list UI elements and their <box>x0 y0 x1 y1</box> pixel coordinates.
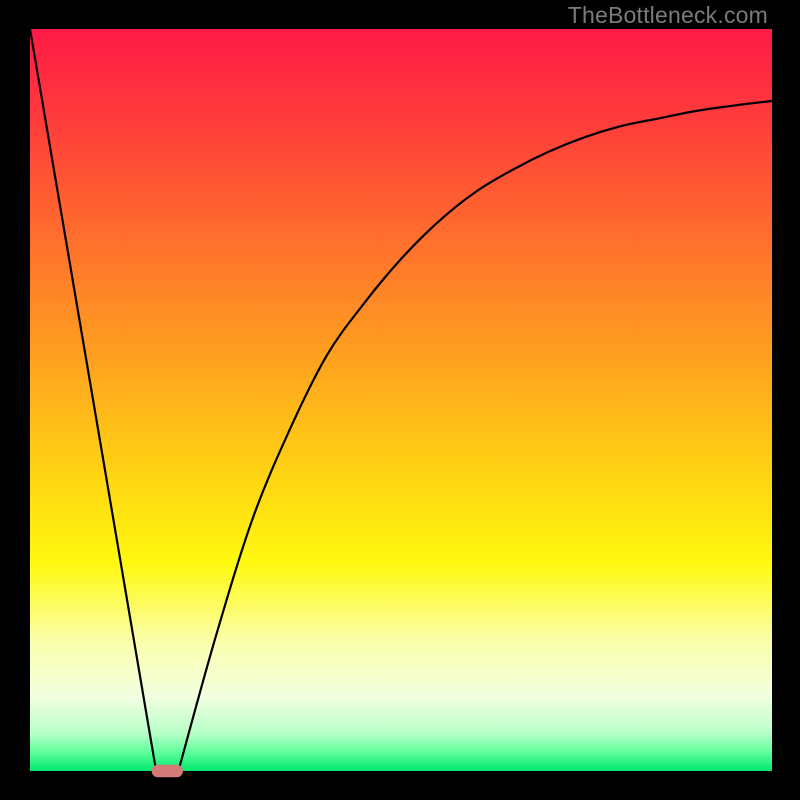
watermark-text: TheBottleneck.com <box>568 2 768 29</box>
chart-frame: TheBottleneck.com <box>0 0 800 800</box>
bottleneck-chart <box>0 0 800 800</box>
plot-background <box>30 29 772 771</box>
minimum-marker <box>152 765 183 778</box>
